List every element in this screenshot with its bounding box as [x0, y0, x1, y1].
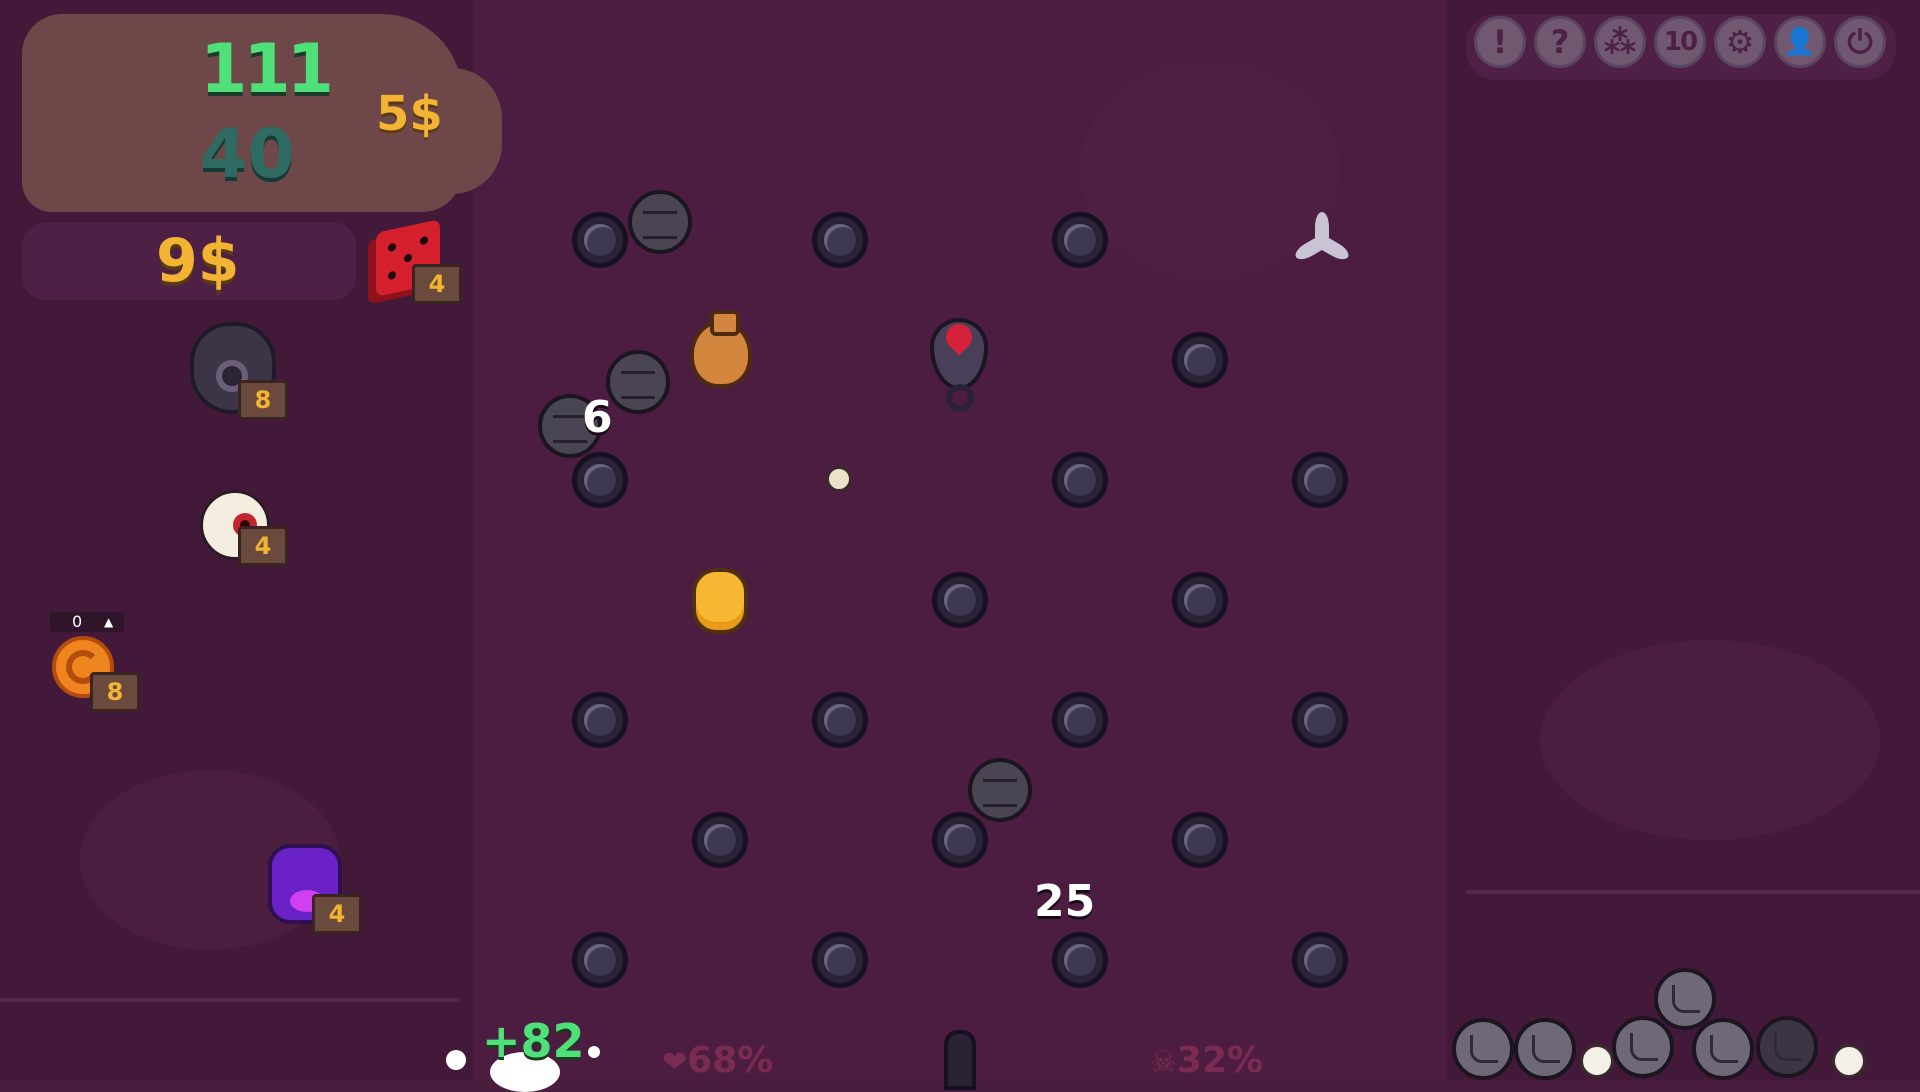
peg	[1052, 452, 1108, 508]
peg	[572, 452, 628, 508]
queued-ball	[1452, 1018, 1514, 1080]
particle	[588, 1046, 600, 1058]
coin-counter: 0 ▲	[50, 612, 124, 632]
yellow-blob-icon	[692, 568, 748, 634]
peg	[1052, 212, 1108, 268]
particle	[446, 1050, 466, 1070]
background-rock	[1540, 640, 1880, 840]
peg	[812, 212, 868, 268]
right-panel	[1447, 0, 1920, 1080]
speed-button[interactable]: 10	[1654, 16, 1706, 68]
ball	[826, 466, 852, 492]
drop-ring-icon	[946, 384, 974, 412]
profile-button[interactable]: 👤	[1774, 16, 1826, 68]
score-bottom-value: 40	[200, 115, 295, 194]
power-button[interactable]: ⏻	[1834, 16, 1886, 68]
peg	[572, 692, 628, 748]
skull-icon: ☠	[1150, 1045, 1177, 1080]
floating-number: 6	[582, 392, 613, 443]
stone-peg	[606, 350, 670, 414]
settings-button[interactable]: ⚙	[1714, 16, 1766, 68]
alert-button[interactable]: !	[1474, 16, 1526, 68]
fan-icon	[1290, 210, 1352, 270]
queued-ball	[1514, 1018, 1576, 1080]
peg	[572, 212, 628, 268]
relic-count-badge: 4	[238, 526, 288, 566]
queued-ball	[1612, 1016, 1674, 1078]
peg	[812, 932, 868, 988]
queued-ball	[1580, 1044, 1614, 1078]
stone-peg	[968, 758, 1032, 822]
score-money-value: 5$	[376, 86, 443, 142]
coin-counter-value: 0	[72, 612, 83, 631]
peg	[932, 572, 988, 628]
queued-ball	[1692, 1018, 1754, 1080]
peg	[1292, 692, 1348, 748]
skull-chance-value: 32%	[1176, 1040, 1264, 1081]
peg	[1292, 452, 1348, 508]
relic-count-badge: 4	[312, 894, 362, 934]
stone-peg	[628, 190, 692, 254]
peg	[1292, 932, 1348, 988]
help-button[interactable]: ?	[1534, 16, 1586, 68]
coin-counter-arrow: ▲	[104, 615, 114, 629]
peg	[1172, 332, 1228, 388]
money-bag-icon	[690, 310, 752, 388]
queued-ball	[1756, 1016, 1818, 1078]
peg	[1172, 812, 1228, 868]
score-top-value: 111	[200, 30, 334, 109]
peg	[572, 932, 628, 988]
relic-count-badge: 8	[238, 380, 288, 420]
peg	[812, 692, 868, 748]
peg	[692, 812, 748, 868]
heart-icon: ❤	[662, 1045, 688, 1080]
floor-line	[0, 998, 460, 1002]
heart-chance-stat: ❤68%	[662, 1040, 773, 1081]
peg	[1172, 572, 1228, 628]
floor-line	[1466, 890, 1920, 894]
relic-count-badge: 8	[90, 672, 140, 712]
score-gain: +82	[482, 1014, 585, 1068]
skull-chance-stat: ☠32%	[1150, 1040, 1263, 1081]
queued-ball	[1654, 968, 1716, 1030]
peg	[1052, 932, 1108, 988]
heart-chance-value: 68%	[687, 1040, 774, 1081]
queued-ball	[1832, 1044, 1866, 1078]
ball-launcher	[944, 1030, 976, 1090]
peg	[932, 812, 988, 868]
relic-count-badge: 4	[412, 264, 462, 304]
peg	[1052, 692, 1108, 748]
balls-button[interactable]: ⁂	[1594, 16, 1646, 68]
floating-number: 25	[1034, 876, 1096, 927]
money-value: 9$	[156, 226, 240, 296]
